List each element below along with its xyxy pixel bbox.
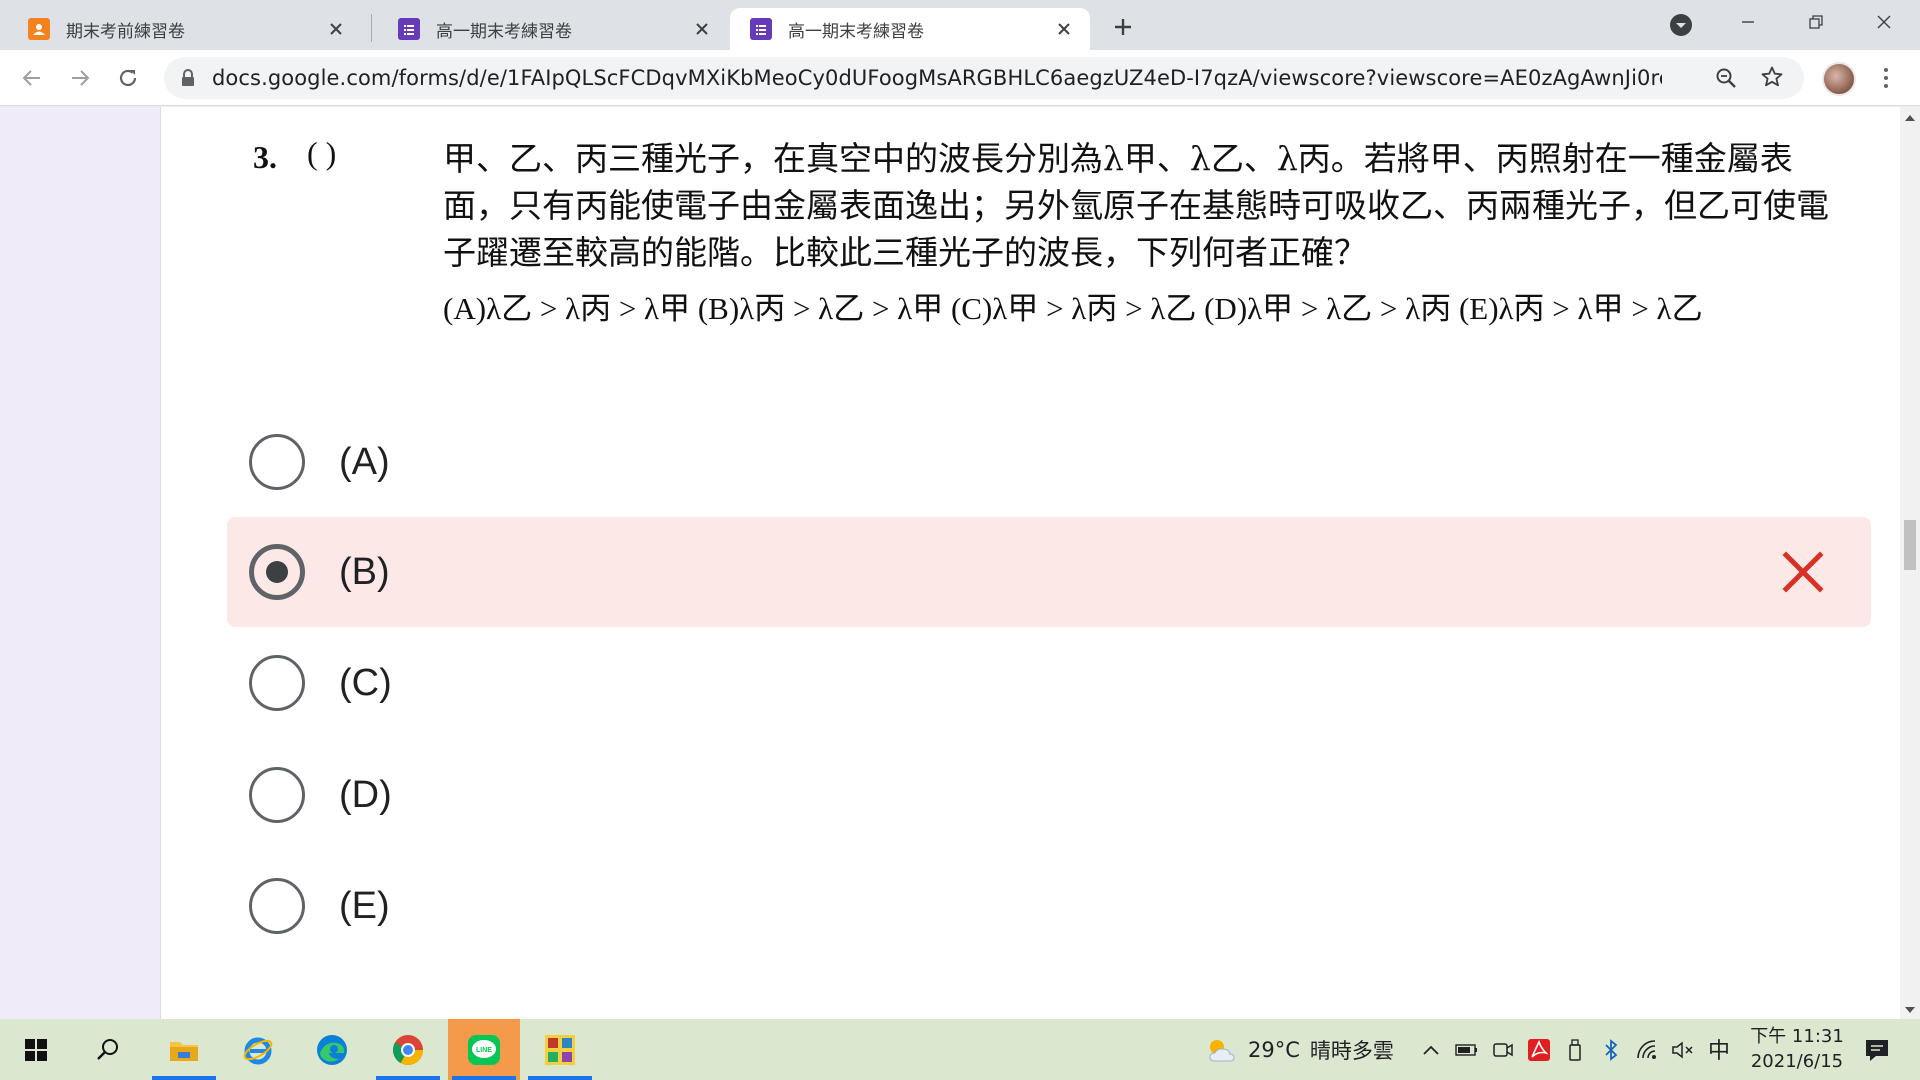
start-button[interactable] [0, 1019, 72, 1080]
profile-avatar[interactable] [1822, 62, 1856, 96]
star-icon[interactable] [1760, 65, 1784, 89]
tab-3-active[interactable]: 高一期末考練習卷 [730, 8, 1090, 50]
radio-button[interactable] [249, 655, 305, 711]
close-icon[interactable] [324, 17, 348, 41]
edge-app[interactable] [296, 1019, 368, 1080]
weather-desc: 晴時多雲 [1309, 1038, 1394, 1063]
tray-chevron-up-icon[interactable] [1418, 1037, 1444, 1063]
weather-temp: 29°C [1248, 1037, 1300, 1062]
radio-button[interactable] [249, 767, 305, 823]
tab-title: 高一期末考練習卷 [436, 21, 572, 42]
more-menu-icon[interactable] [1874, 62, 1898, 94]
browser-toolbar: docs.google.com/forms/d/e/1FAIpQLScFCDqv… [0, 50, 1920, 106]
app-grid-icon [545, 1034, 575, 1065]
back-button[interactable] [16, 62, 48, 94]
option-label: (B) [339, 550, 390, 593]
reload-icon [119, 69, 137, 87]
option-d[interactable]: (D) [227, 740, 1871, 850]
question-choices-text: (A)λ乙 > λ丙 > λ甲 (B)λ丙 > λ乙 > λ甲 (C)λ甲 > … [443, 291, 1703, 326]
windows-logo-icon [25, 1038, 47, 1061]
address-bar[interactable]: docs.google.com/forms/d/e/1FAIpQLScFCDqv… [164, 57, 1804, 99]
battery-icon[interactable] [1454, 1037, 1480, 1063]
answer-blank: ( ) [307, 135, 337, 171]
tab-1[interactable]: 期末考前練習卷 [8, 8, 362, 50]
radio-button[interactable] [249, 878, 305, 934]
radio-button-checked[interactable] [249, 544, 305, 600]
line-app[interactable]: LINE [448, 1019, 520, 1080]
partly-cloudy-icon [1209, 1039, 1235, 1061]
grid-app[interactable] [524, 1019, 596, 1080]
question-text: 甲、乙、丙三種光子，在真空中的波長分別為λ甲、λ乙、λ丙。若將甲、丙照射在一種金… [443, 139, 1829, 272]
tab-divider [371, 14, 372, 42]
new-tab-button[interactable] [1108, 12, 1138, 42]
option-b-selected-incorrect[interactable]: (B) [227, 517, 1871, 627]
classroom-icon [28, 18, 50, 40]
weather-widget[interactable]: 29°C 晴時多雲 [1204, 1019, 1394, 1080]
minimize-icon [1742, 21, 1754, 23]
bluetooth-icon[interactable] [1598, 1037, 1624, 1063]
windows-taskbar: LINE 29°C 晴時多雲 中 下午 11:31 2021/6/15 [0, 1019, 1920, 1080]
acrobat-icon[interactable] [1526, 1037, 1552, 1063]
tab-title: 高一期末考練習卷 [788, 21, 924, 42]
notification-center-icon[interactable] [1862, 1035, 1892, 1065]
scroll-up-arrow-icon[interactable] [1905, 115, 1915, 121]
google-forms-icon [750, 18, 772, 40]
scroll-thumb[interactable] [1904, 520, 1916, 570]
input-method-indicator[interactable]: 中 [1708, 1033, 1730, 1065]
volume-muted-icon[interactable] [1670, 1037, 1696, 1063]
chrome-icon [392, 1034, 423, 1065]
radio-button[interactable] [249, 434, 305, 490]
question-card: 3. ( ) 甲、乙、丙三種光子，在真空中的波長分別為λ甲、λ乙、λ丙。若將甲、… [160, 107, 1900, 1019]
internet-explorer-app[interactable] [222, 1019, 294, 1080]
option-a[interactable]: (A) [227, 407, 1871, 517]
internet-explorer-icon [243, 1037, 273, 1064]
wifi-icon[interactable] [1634, 1037, 1660, 1063]
file-explorer-app[interactable] [148, 1019, 220, 1080]
option-label: (D) [339, 773, 392, 816]
system-clock[interactable]: 下午 11:31 2021/6/15 [1742, 1024, 1852, 1074]
close-icon [1877, 15, 1891, 29]
url-text[interactable]: docs.google.com/forms/d/e/1FAIpQLScFCDqv… [212, 66, 1662, 90]
svg-text:LINE: LINE [476, 1047, 492, 1054]
forward-button[interactable] [64, 62, 96, 94]
restore-icon [1809, 15, 1823, 29]
tab-search-button[interactable] [1668, 12, 1694, 38]
incorrect-x-icon [1782, 551, 1824, 593]
question-number: 3. [253, 139, 277, 175]
option-label: (A) [339, 440, 390, 483]
clock-date: 2021/6/15 [1750, 1051, 1844, 1072]
lock-icon [182, 69, 194, 86]
close-icon[interactable] [690, 17, 714, 41]
tab-title: 期末考前練習卷 [66, 21, 185, 42]
line-icon: LINE [468, 1034, 500, 1065]
window-close-button[interactable] [1864, 6, 1904, 38]
folder-icon [170, 1041, 198, 1061]
tab-2[interactable]: 高一期末考練習卷 [378, 8, 728, 50]
usb-drive-icon[interactable] [1562, 1037, 1588, 1063]
search-icon [97, 1038, 118, 1060]
option-label: (C) [339, 661, 392, 704]
tab-strip: 期末考前練習卷 高一期末考練習卷 高一期末考練習卷 [0, 0, 1920, 50]
option-label: (E) [339, 884, 390, 927]
chrome-app[interactable] [372, 1019, 444, 1080]
option-c[interactable]: (C) [227, 628, 1871, 738]
clock-time: 下午 11:31 [1750, 1026, 1844, 1047]
edge-icon [317, 1034, 347, 1065]
scroll-down-arrow-icon[interactable] [1905, 1007, 1915, 1013]
arrow-left-icon [22, 70, 40, 86]
forms-page: 3. ( ) 甲、乙、丙三種光子，在真空中的波長分別為λ甲、λ乙、λ丙。若將甲、… [0, 107, 1900, 1019]
plus-icon [1115, 19, 1131, 35]
close-icon[interactable] [1052, 17, 1076, 41]
reload-button[interactable] [112, 62, 144, 94]
zoom-icon[interactable] [1714, 66, 1738, 90]
search-button[interactable] [72, 1019, 144, 1080]
arrow-right-icon [72, 70, 90, 86]
page-scrollbar[interactable] [1900, 107, 1920, 1019]
option-e[interactable]: (E) [227, 851, 1871, 961]
restore-button[interactable] [1796, 6, 1836, 38]
chevron-down-icon [1670, 14, 1692, 36]
meet-now-icon[interactable] [1490, 1037, 1516, 1063]
google-forms-icon [398, 18, 420, 40]
minimize-button[interactable] [1728, 6, 1768, 38]
